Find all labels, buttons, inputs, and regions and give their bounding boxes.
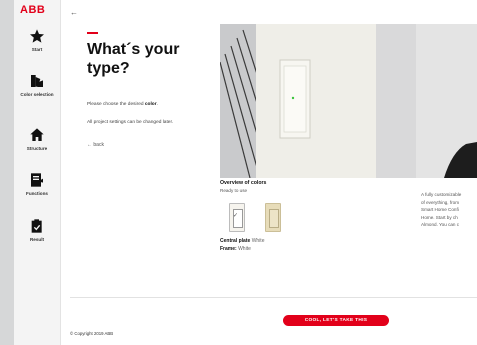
clipboard-icon [31, 219, 42, 233]
footer-divider [70, 297, 477, 298]
confirm-color-button[interactable]: COOL, LET'S TAKE THIS [283, 315, 389, 326]
switch-rocker [269, 209, 279, 228]
overview-title: Overview of colors [220, 180, 267, 186]
check-icon: ✓ [233, 213, 239, 219]
sidebar-item-structure[interactable]: Structure [14, 127, 60, 152]
frame-info: Frame: White [220, 246, 251, 252]
description-text: A fully customizable of everything, from… [421, 192, 462, 227]
back-arrow-button[interactable]: ← [70, 8, 78, 17]
page-title: What´s your type? [87, 41, 180, 77]
instruction-text: Please choose the desired color. [87, 102, 158, 107]
color-selection-icon [31, 75, 43, 87]
sidebar-item-label: Result [29, 237, 45, 242]
sidebar-item-color-selection[interactable]: Color selection [14, 73, 60, 98]
sidebar-item-functions[interactable]: Functions [14, 172, 60, 197]
overview-subtitle: Ready to use [220, 188, 248, 193]
sidebar-item-label: Functions [26, 191, 48, 196]
copyright-text: © Copyright 2019 ABB [70, 331, 114, 336]
switch-photo-illustration [220, 24, 477, 178]
color-swatch-almond[interactable] [265, 203, 281, 232]
sidebar-item-label: Color selection [20, 92, 54, 97]
sidebar-item-start[interactable]: Start [14, 28, 60, 53]
back-link[interactable]: ← back [87, 142, 104, 148]
functions-icon [31, 173, 43, 187]
sidebar-item-label: Start [31, 47, 43, 52]
sidebar: ABB Start Color selection Structure Func… [14, 0, 61, 345]
sidebar-item-result[interactable]: Result [14, 218, 60, 243]
central-plate-info: Central plate White [220, 238, 265, 244]
house-icon [30, 128, 44, 141]
instruction-note: All project settings can be changed late… [87, 120, 174, 125]
sidebar-item-label: Structure [26, 146, 48, 151]
product-photo [220, 24, 477, 178]
star-icon [30, 29, 44, 43]
title-accent-bar [87, 32, 98, 34]
abb-logo: ABB [20, 4, 46, 16]
